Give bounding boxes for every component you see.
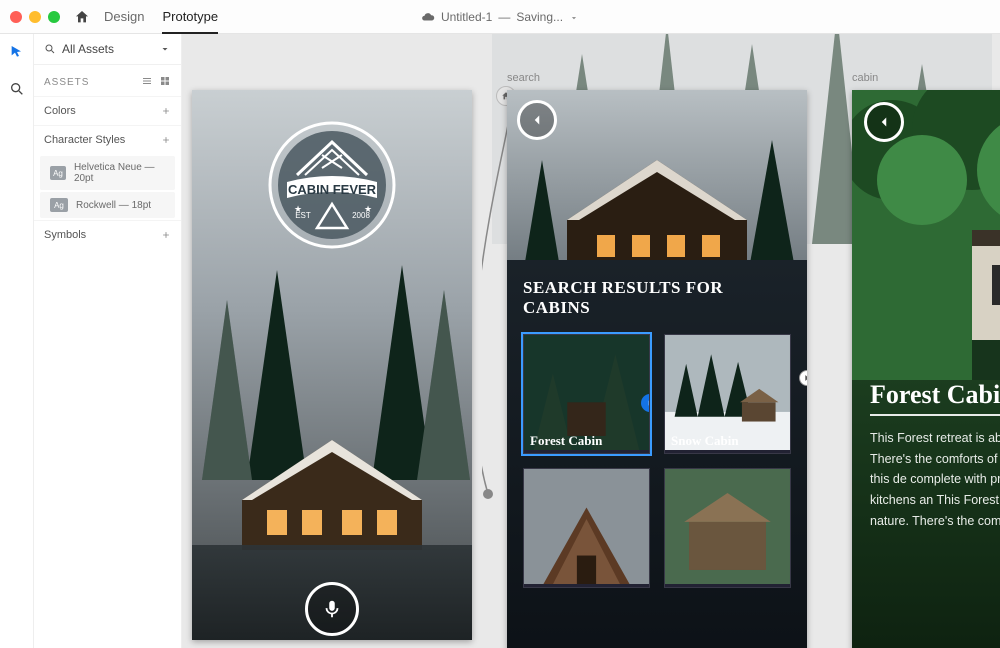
assets-search[interactable]: All Assets xyxy=(34,34,181,65)
detail-body: This Forest retreat is absolu connect wi… xyxy=(870,428,1000,531)
svg-text:★: ★ xyxy=(294,204,302,214)
result-card-snow[interactable]: Snow Cabin xyxy=(664,334,791,454)
close-window[interactable] xyxy=(10,11,22,23)
back-button[interactable] xyxy=(517,100,557,140)
tab-design[interactable]: Design xyxy=(104,1,144,33)
microphone-icon xyxy=(321,598,343,620)
assets-panel: All Assets ASSETS Colors Character Style… xyxy=(34,34,182,648)
char-style-label: Helvetica Neue — 20pt xyxy=(74,162,165,184)
back-button[interactable] xyxy=(864,102,904,142)
results-section: SEARCH RESULTS FOR CABINS Forest Cabin S… xyxy=(507,260,807,648)
titlebar: Design Prototype Untitled-1 — Saving... xyxy=(0,0,1000,34)
assets-header-label: ASSETS xyxy=(44,77,89,88)
card-label: Snow Cabin xyxy=(671,433,739,449)
search-icon xyxy=(44,43,56,55)
prototype-canvas[interactable]: CABIN FEVER EST 2008 ★★ search xyxy=(182,34,1000,648)
document-title[interactable]: Untitled-1 — Saving... xyxy=(421,10,579,24)
artboard-search[interactable]: SEARCH RESULTS FOR CABINS Forest Cabin S… xyxy=(507,90,807,648)
doc-sep: — xyxy=(498,10,510,24)
window-controls xyxy=(10,11,60,23)
mic-button[interactable] xyxy=(305,582,359,636)
select-tool[interactable] xyxy=(9,44,25,65)
chevron-down-icon xyxy=(159,43,171,55)
grid-view-icon[interactable] xyxy=(159,75,171,90)
result-card[interactable] xyxy=(664,468,791,588)
char-style-item[interactable]: Ag Helvetica Neue — 20pt xyxy=(40,156,175,190)
section-colors-label: Colors xyxy=(44,105,76,117)
tab-prototype[interactable]: Prototype xyxy=(162,1,218,34)
plus-icon[interactable] xyxy=(161,106,171,116)
assets-header: ASSETS xyxy=(34,65,181,96)
cloud-icon xyxy=(421,10,435,24)
detail-title: Forest Cabin xyxy=(870,380,1000,416)
detail-text: Forest Cabin This Forest retreat is abso… xyxy=(870,380,1000,531)
mode-tabs: Design Prototype xyxy=(104,1,218,33)
search-tool[interactable] xyxy=(9,81,25,102)
type-swatch: Ag xyxy=(50,198,68,212)
doc-status: Saving... xyxy=(516,10,563,24)
list-view-icon[interactable] xyxy=(141,75,153,90)
results-grid: Forest Cabin Snow Cabin xyxy=(523,334,791,588)
char-style-label: Rockwell — 18pt xyxy=(76,200,151,211)
svg-text:CABIN FEVER: CABIN FEVER xyxy=(288,182,377,197)
type-swatch: Ag xyxy=(50,166,66,180)
svg-text:★: ★ xyxy=(364,204,372,214)
plus-icon[interactable] xyxy=(161,135,171,145)
section-symbols-label: Symbols xyxy=(44,229,86,241)
artboard-label[interactable]: search xyxy=(507,72,540,84)
assets-search-label: All Assets xyxy=(62,42,153,56)
char-style-item[interactable]: Ag Rockwell — 18pt xyxy=(40,192,175,218)
tool-strip xyxy=(0,34,34,648)
minimize-window[interactable] xyxy=(29,11,41,23)
cabin-graphic xyxy=(222,430,442,550)
artboard-home[interactable]: CABIN FEVER EST 2008 ★★ xyxy=(192,90,472,640)
doc-name: Untitled-1 xyxy=(441,10,492,24)
results-title: SEARCH RESULTS FOR CABINS xyxy=(523,278,791,318)
chevron-down-icon[interactable] xyxy=(569,12,579,22)
section-character-styles[interactable]: Character Styles xyxy=(34,125,181,154)
chevron-left-icon xyxy=(875,113,893,131)
section-symbols[interactable]: Symbols xyxy=(34,220,181,249)
artboard-label[interactable]: cabin xyxy=(852,72,878,84)
artboard-detail[interactable]: Forest Cabin This Forest retreat is abso… xyxy=(852,90,1000,648)
maximize-window[interactable] xyxy=(48,11,60,23)
result-card-forest[interactable]: Forest Cabin xyxy=(523,334,650,454)
home-icon[interactable] xyxy=(74,9,90,25)
chevron-left-icon xyxy=(528,111,546,129)
card-label: Forest Cabin xyxy=(530,433,602,449)
result-card[interactable] xyxy=(523,468,650,588)
section-charstyles-label: Character Styles xyxy=(44,134,125,146)
section-colors[interactable]: Colors xyxy=(34,96,181,125)
plus-icon[interactable] xyxy=(161,230,171,240)
logo-badge: CABIN FEVER EST 2008 ★★ xyxy=(267,120,397,250)
